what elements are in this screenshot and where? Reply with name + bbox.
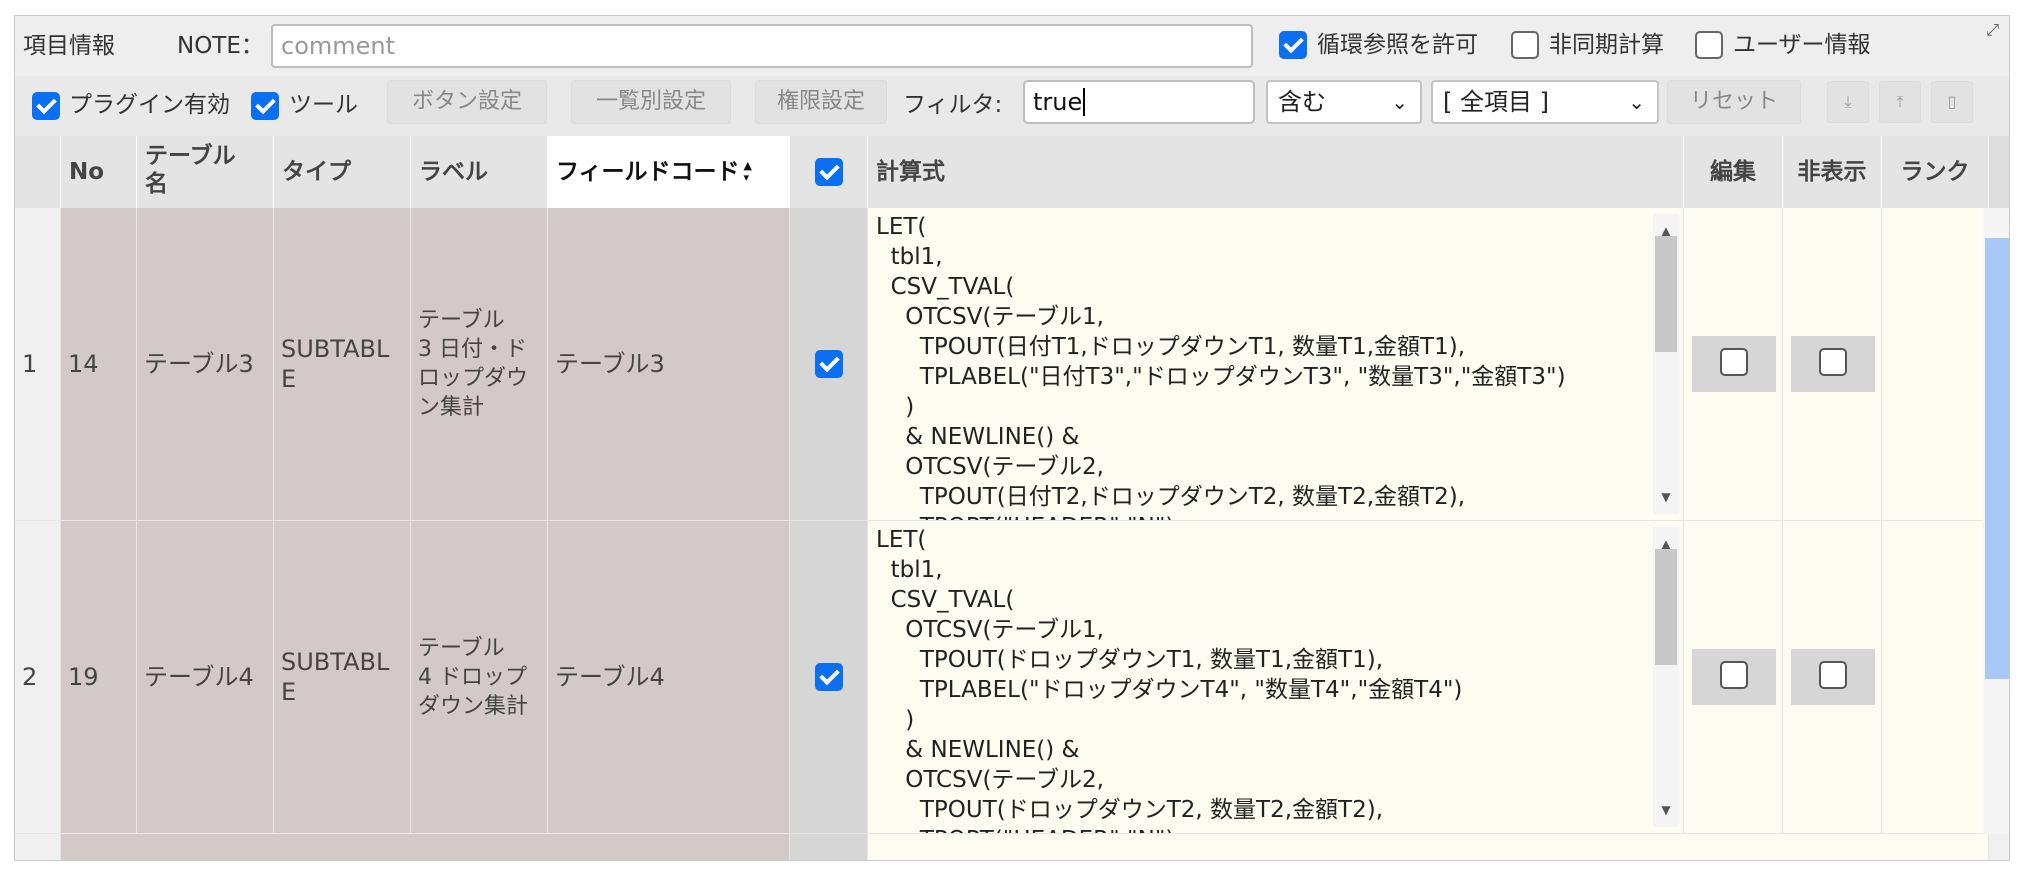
- plugin-enabled-label: プラグイン有効: [69, 92, 230, 118]
- cell-rank: [1882, 521, 1989, 834]
- grid-scrollbar[interactable]: [1983, 208, 2009, 528]
- sort-asc-icon: ▲ ▾: [743, 159, 753, 184]
- user-info-label: ユーザー情報: [1733, 32, 1871, 58]
- cell-formula: LET( tbl1, CSV_TVAL( OTCSV(テーブル1, TPOUT(…: [868, 208, 1684, 521]
- filter-input[interactable]: true: [1023, 80, 1255, 124]
- formula-editor[interactable]: LET( tbl1, CSV_TVAL( OTCSV(テーブル1, TPOUT(…: [868, 521, 1643, 833]
- cell-rank: [1882, 208, 1989, 521]
- hidden-checkbox[interactable]: [1819, 661, 1847, 689]
- edit-toggle[interactable]: [1692, 649, 1776, 705]
- row-index: 1: [15, 208, 61, 521]
- upload-icon[interactable]: ⤒: [1879, 81, 1921, 123]
- cell-label: テーブル 3 日付・ド ロップダウ ン集計: [411, 208, 548, 521]
- cell-field-code: テーブル3: [548, 208, 790, 521]
- header-field-code[interactable]: フィールドコード ▲ ▾: [548, 136, 790, 208]
- cell-partial: [61, 834, 790, 860]
- circular-ref-label: 循環参照を許可: [1317, 32, 1478, 58]
- header-scroll-gap: [1989, 136, 2009, 208]
- tool-label: ツール: [289, 92, 358, 118]
- header-select-all: [790, 136, 868, 208]
- scroll-down-icon[interactable]: ▼: [1653, 482, 1679, 512]
- header-label[interactable]: ラベル: [411, 136, 548, 208]
- cell-type: SUBTABL E: [274, 208, 411, 521]
- select-all-checkbox[interactable]: [814, 158, 843, 186]
- cell-hidden: [1783, 521, 1882, 834]
- table-row[interactable]: [15, 834, 2009, 860]
- table-row[interactable]: 1 14 テーブル3 SUBTABL E テーブル 3 日付・ド ロップダウ ン…: [15, 208, 2009, 528]
- list-settings-button[interactable]: 一覧別設定: [571, 80, 731, 124]
- row-select-checkbox[interactable]: [814, 663, 843, 691]
- download-icon[interactable]: ⤓: [1827, 81, 1869, 123]
- cell-partial-formula: [868, 834, 1989, 860]
- cell-field-code: テーブル4: [548, 521, 790, 834]
- formula-scrollbar[interactable]: ▲ ▼: [1653, 527, 1679, 827]
- fields-table: No テーブル 名 タイプ ラベル フィールドコード ▲ ▾ 計算式 編集 非表示…: [15, 136, 2009, 860]
- edit-toggle[interactable]: [1692, 336, 1776, 392]
- hidden-checkbox[interactable]: [1819, 348, 1847, 376]
- cell-formula: LET( tbl1, CSV_TVAL( OTCSV(テーブル1, TPOUT(…: [868, 521, 1684, 834]
- clipboard-icon[interactable]: ▯: [1931, 81, 1973, 123]
- note-input[interactable]: comment: [271, 24, 1253, 68]
- cell-hidden: [1783, 208, 1882, 521]
- async-label: 非同期計算: [1549, 32, 1664, 58]
- tool-checkbox[interactable]: [251, 92, 279, 120]
- edit-checkbox[interactable]: [1720, 661, 1748, 689]
- field-select[interactable]: [ 全項目 ] ⌄: [1431, 80, 1659, 124]
- chevron-down-icon: ⌄: [1628, 90, 1645, 114]
- header-no[interactable]: No: [61, 136, 137, 208]
- match-mode-select[interactable]: 含む ⌄: [1266, 80, 1422, 124]
- cell-edit: [1684, 208, 1783, 521]
- filter-label: フィルタ:: [903, 92, 1003, 118]
- header-edit[interactable]: 編集: [1684, 136, 1783, 208]
- header-hidden[interactable]: 非表示: [1783, 136, 1882, 208]
- section-title: 項目情報: [23, 33, 115, 59]
- header-rank[interactable]: ランク: [1882, 136, 1989, 208]
- formula-editor[interactable]: LET( tbl1, CSV_TVAL( OTCSV(テーブル1, TPOUT(…: [868, 208, 1643, 520]
- toolbar-filter: プラグイン有効 ツール ボタン設定 一覧別設定 権限設定 フィルタ: true …: [15, 76, 2009, 136]
- reset-button[interactable]: リセット: [1667, 80, 1801, 124]
- header-index: [15, 136, 61, 208]
- permission-settings-button[interactable]: 権限設定: [755, 80, 887, 124]
- header-table-name[interactable]: テーブル 名: [137, 136, 274, 208]
- user-info-checkbox[interactable]: [1695, 31, 1723, 59]
- cell-edit: [1684, 521, 1783, 834]
- cell-no: 14: [61, 208, 137, 521]
- header-formula[interactable]: 計算式: [868, 136, 1684, 208]
- row-index: [15, 834, 61, 860]
- hidden-toggle[interactable]: [1791, 336, 1875, 392]
- row-index: 2: [15, 521, 61, 834]
- cell-type: SUBTABL E: [274, 521, 411, 834]
- grid-scrollbar-track[interactable]: [1983, 521, 2009, 834]
- hidden-toggle[interactable]: [1791, 649, 1875, 705]
- cell-select: [790, 834, 868, 860]
- row-select-checkbox[interactable]: [814, 350, 843, 378]
- cell-no: 19: [61, 521, 137, 834]
- note-label: NOTE：: [177, 33, 264, 59]
- toolbar-top: 項目情報 NOTE： comment 循環参照を許可 非同期計算 ユーザー情報 …: [15, 16, 2009, 76]
- scroll-down-icon[interactable]: ▼: [1653, 795, 1679, 825]
- header-type[interactable]: タイプ: [274, 136, 411, 208]
- table-row[interactable]: 2 19 テーブル4 SUBTABL E テーブル 4 ドロップ ダウン集計 テ…: [15, 521, 2009, 834]
- plugin-enabled-checkbox[interactable]: [32, 92, 60, 120]
- cell-select: [790, 521, 868, 834]
- cell-select: [790, 208, 868, 521]
- async-checkbox[interactable]: [1511, 31, 1539, 59]
- edit-checkbox[interactable]: [1720, 348, 1748, 376]
- formula-scrollbar[interactable]: ▲ ▼: [1653, 214, 1679, 514]
- circular-ref-checkbox[interactable]: [1279, 31, 1307, 59]
- chevron-down-icon: ⌄: [1391, 90, 1408, 114]
- button-settings-button[interactable]: ボタン設定: [387, 80, 547, 124]
- cell-table-name: テーブル3: [137, 208, 274, 521]
- expand-icon[interactable]: ⤢: [1986, 20, 1999, 40]
- cell-label: テーブル 4 ドロップ ダウン集計: [411, 521, 548, 834]
- cell-table-name: テーブル4: [137, 521, 274, 834]
- formula-settings-panel: 項目情報 NOTE： comment 循環参照を許可 非同期計算 ユーザー情報 …: [14, 15, 2010, 861]
